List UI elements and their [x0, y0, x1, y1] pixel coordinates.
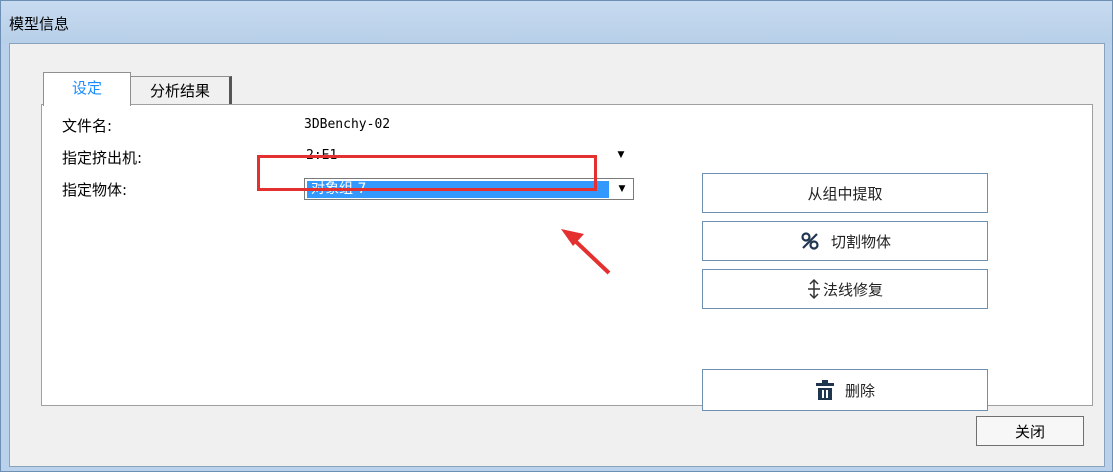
extract-from-group-label: 从组中提取: [807, 184, 883, 203]
file-name-label: 文件名:: [62, 117, 113, 135]
model-info-dialog: 模型信息 设定 分析结果 文件名: 3DBenchy-02 指定挤出机: 2:E…: [0, 0, 1113, 472]
trash-icon: [815, 379, 835, 401]
cut-object-label: 切割物体: [830, 232, 891, 251]
chevron-down-icon[interactable]: ▼: [610, 145, 632, 165]
cut-object-button[interactable]: 切割物体: [702, 221, 988, 261]
extruder-select-value: 2:E1: [306, 148, 338, 163]
vertical-arrows-icon: [807, 278, 821, 300]
title-bar[interactable]: 模型信息: [1, 1, 1112, 43]
extruder-select[interactable]: 2:E1 ▼: [300, 145, 632, 167]
scissors-cut-icon: [799, 230, 821, 252]
normal-fix-button[interactable]: 法线修复: [702, 269, 988, 309]
window-title: 模型信息: [9, 15, 70, 33]
delete-label: 删除: [844, 381, 875, 400]
extract-from-group-button[interactable]: 从组中提取: [702, 173, 988, 213]
close-button[interactable]: 关闭: [976, 416, 1084, 446]
annotation-arrow-icon: [561, 229, 611, 275]
normal-fix-label: 法线修复: [822, 280, 883, 299]
extruder-label: 指定挤出机:: [62, 149, 143, 167]
file-name-value: 3DBenchy-02: [304, 117, 391, 132]
delete-button[interactable]: 删除: [702, 369, 988, 411]
tab-analysis-results[interactable]: 分析结果: [130, 76, 232, 106]
tab-settings[interactable]: 设定: [43, 72, 131, 106]
object-label: 指定物体:: [62, 181, 128, 199]
